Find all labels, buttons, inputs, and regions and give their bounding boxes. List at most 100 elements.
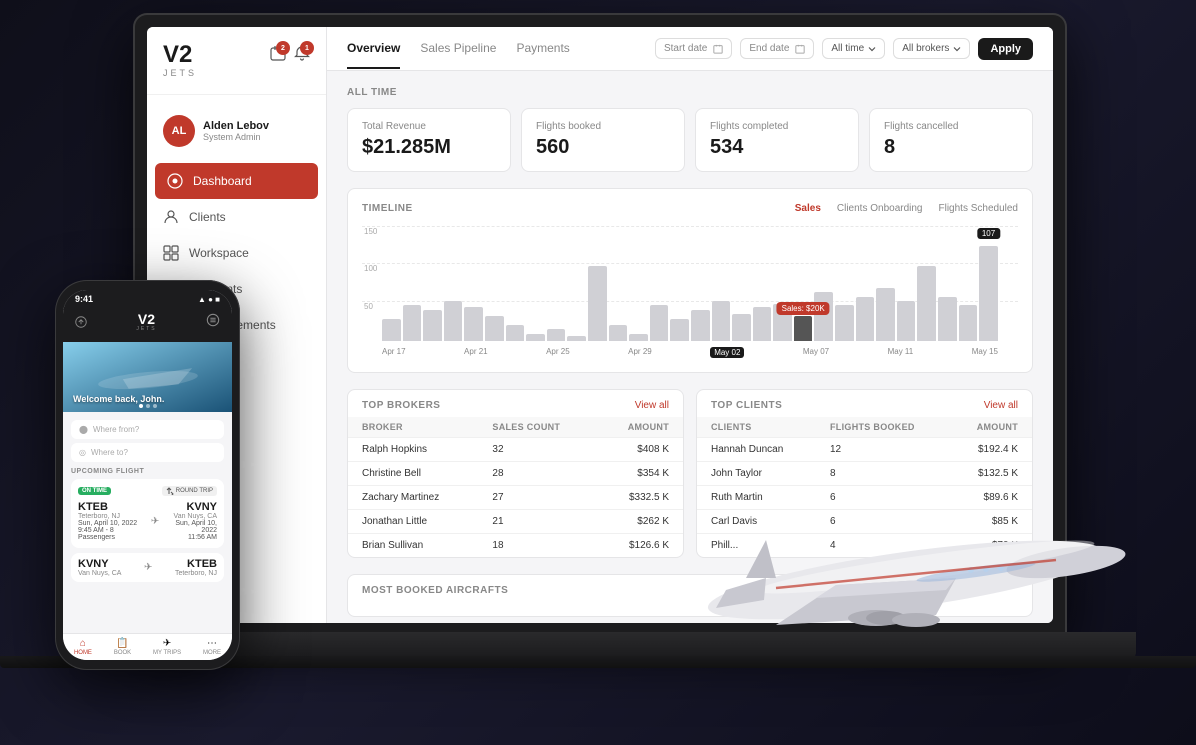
all-brokers-select[interactable]: All brokers	[893, 38, 970, 59]
phone-logo-sub: JETS	[136, 326, 156, 332]
nav-tabs: Overview Sales Pipeline Payments	[347, 29, 631, 69]
phone-back-icon	[75, 316, 87, 328]
phone-logo: V2	[136, 312, 156, 326]
apply-button[interactable]: Apply	[978, 38, 1033, 60]
phone-nav-more-label: MORE	[203, 650, 221, 656]
chart-bar-28	[959, 305, 978, 341]
chart-bar-11	[609, 325, 628, 341]
chart-bar-4	[464, 307, 483, 341]
phone-search-to[interactable]: ◎ Where to?	[71, 443, 224, 462]
timeline-tab-clients[interactable]: Clients Onboarding	[837, 203, 923, 214]
notification-calendar-icon[interactable]: 2	[270, 45, 286, 66]
client-flights-0: 12	[816, 438, 950, 462]
top-clients-view-all[interactable]: View all	[984, 400, 1018, 411]
broker-row-1: Christine Bell 28 $354 K	[348, 462, 683, 486]
stat-label-completed: Flights completed	[710, 121, 844, 132]
broker-amount-2: $332.5 K	[597, 486, 683, 510]
x-label-may07: May 07	[803, 347, 829, 358]
sidebar-label-workspace: Workspace	[189, 246, 249, 260]
phone-nav-home[interactable]: ⌂ HOME	[74, 638, 92, 656]
phone-frame: 9:41 ▲ ● ■ V2 JETS	[55, 280, 240, 670]
end-date-label: End date	[749, 43, 789, 54]
all-time-select[interactable]: All time	[822, 38, 885, 59]
phone-search-from[interactable]: ⬤ Where from?	[71, 420, 224, 439]
sidebar-item-clients[interactable]: Clients	[147, 199, 326, 235]
flight-row-1: KTEB Teterboro, NJ Sun, April 10, 2022 9…	[78, 501, 217, 541]
stat-value-cancelled: 8	[884, 136, 1018, 159]
chart-bar-25	[897, 301, 916, 341]
flight-to-code: KVNY	[159, 501, 217, 513]
phone-nav-book[interactable]: 📋 BOOK	[114, 638, 131, 656]
phone-body: ⬤ Where from? ◎ Where to? UPCOMING FLIGH…	[63, 412, 232, 633]
logo-v2: V2	[163, 43, 197, 67]
phone-dot-1	[139, 404, 143, 408]
phone-status-bar: 9:41 ▲ ● ■	[63, 290, 232, 306]
search-from-icon: ⬤	[79, 425, 88, 434]
start-date-label: Start date	[664, 43, 707, 54]
phone-menu-icon[interactable]	[206, 313, 220, 332]
avatar: AL	[163, 115, 195, 147]
broker-name-3: Jonathan Little	[348, 510, 478, 534]
user-name: Alden Lebov	[203, 120, 269, 132]
stat-label-revenue: Total Revenue	[362, 121, 496, 132]
chart-bar-21	[814, 292, 833, 341]
chart-bar-23	[856, 297, 875, 341]
broker-amount-1: $354 K	[597, 462, 683, 486]
phone-flight-card-1: ON TIME ROUND TRIP KTEB Teterboro, NJ	[71, 479, 224, 548]
chart-bar-24	[876, 288, 895, 341]
phone-status-icons: ▲ ● ■	[198, 295, 220, 304]
top-brokers-view-all[interactable]: View all	[635, 400, 669, 411]
sidebar-item-workspace[interactable]: Workspace	[147, 235, 326, 271]
chart-bar-10	[588, 266, 607, 341]
stat-total-revenue: Total Revenue $21.285M	[347, 108, 511, 172]
timeline-header: TIMELINE Sales Clients Onboarding Flight…	[362, 203, 1018, 214]
tab-sales-pipeline[interactable]: Sales Pipeline	[420, 29, 496, 69]
sidebar-item-dashboard[interactable]: Dashboard	[155, 163, 318, 199]
phone-header: V2 JETS	[63, 306, 232, 342]
flight2-to-code: KTEB	[175, 558, 217, 570]
chart-bar-22	[835, 305, 854, 341]
brokers-col-sales: SALES COUNT	[478, 417, 597, 438]
phone-dot-3	[153, 404, 157, 408]
stat-value-booked: 560	[536, 136, 670, 159]
chart-bar-16	[712, 301, 731, 341]
sidebar-label-clients: Clients	[189, 210, 226, 224]
all-brokers-label: All brokers	[902, 43, 949, 54]
phone-flight-card-2: KVNY Van Nuys, CA ✈ KTEB Teterboro, NJ	[71, 553, 224, 582]
stat-value-completed: 534	[710, 136, 844, 159]
x-label-apr17: Apr 17	[382, 347, 406, 358]
phone-time: 9:41	[75, 294, 93, 304]
broker-row-2: Zachary Martinez 27 $332.5 K	[348, 486, 683, 510]
start-date-input[interactable]: Start date	[655, 38, 732, 59]
notification-bell-icon[interactable]: 1	[294, 45, 310, 66]
client-name-0: Hannah Duncan	[697, 438, 816, 462]
all-time-label: All time	[831, 43, 864, 54]
stat-flights-cancelled: Flights cancelled 8	[869, 108, 1033, 172]
user-role: System Admin	[203, 132, 269, 142]
clients-col-name: CLIENTS	[697, 417, 816, 438]
broker-name-1: Christine Bell	[348, 462, 478, 486]
chart-bar-15	[691, 310, 710, 341]
chart-bar-29: 107	[979, 246, 998, 341]
chart-bar-26	[917, 266, 936, 341]
stat-flights-completed: Flights completed 534	[695, 108, 859, 172]
chart-bar-0	[382, 319, 401, 341]
clients-col-amount: AMOUNT	[950, 417, 1032, 438]
tab-overview[interactable]: Overview	[347, 29, 400, 69]
stats-row: Total Revenue $21.285M Flights booked 56…	[347, 108, 1033, 172]
phone-screen: 9:41 ▲ ● ■ V2 JETS	[63, 290, 232, 660]
stat-label-cancelled: Flights cancelled	[884, 121, 1018, 132]
stat-label-booked: Flights booked	[536, 121, 670, 132]
logo-jets: JETS	[163, 68, 197, 78]
chart-bar-1	[403, 305, 422, 341]
chart-wrapper: 150 100 50 Sales: $20K107	[362, 226, 1018, 358]
phone-nav-trips[interactable]: ✈ MY TRIPS	[153, 638, 181, 656]
tab-payments[interactable]: Payments	[516, 29, 569, 69]
chart-bar-27	[938, 297, 957, 341]
timeline-tab-sales[interactable]: Sales	[795, 203, 821, 214]
home-icon: ⌂	[80, 638, 86, 649]
timeline-tab-flights[interactable]: Flights Scheduled	[939, 203, 1019, 214]
end-date-input[interactable]: End date	[740, 38, 814, 59]
sidebar-label-dashboard: Dashboard	[193, 174, 252, 188]
phone-nav-more[interactable]: ⋯ MORE	[203, 638, 221, 656]
